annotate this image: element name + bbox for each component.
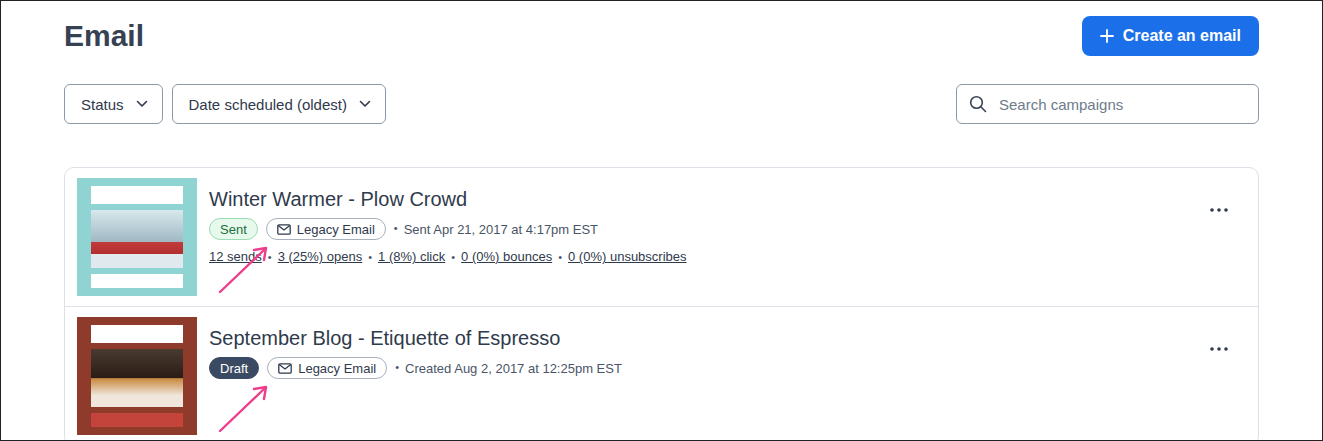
email-page: Email Create an email StatusDate scheduled…	[0, 0, 1323, 441]
stat-link[interactable]: 3 (25%) opens	[278, 248, 363, 266]
email-details: September Blog - Etiquette of Espresso Dr…	[209, 317, 1194, 379]
chevron-down-icon	[359, 100, 371, 108]
legacy-email-badge: Legacy Email	[267, 357, 387, 379]
email-title[interactable]: Winter Warmer - Plow Crowd	[209, 186, 1194, 212]
chevron-down-icon	[136, 100, 148, 108]
envelope-icon	[278, 363, 292, 374]
email-meta: •Sent Apr 21, 2017 at 4:17pm EST	[394, 222, 598, 237]
stat-link[interactable]: 12 sends	[209, 248, 262, 266]
stat-link[interactable]: 0 (0%) bounces	[461, 248, 552, 266]
email-row[interactable]: Winter Warmer - Plow Crowd Sent Legacy Ema…	[65, 168, 1258, 306]
email-thumbnail[interactable]	[77, 317, 197, 435]
stat-separator: •	[451, 248, 455, 266]
stat-separator: •	[268, 248, 272, 266]
filter-dropdown[interactable]: Date scheduled (oldest)	[172, 84, 386, 124]
create-email-button[interactable]: Create an email	[1082, 16, 1259, 56]
stats-row: 12 sends • 3 (25%) opens • 1 (8%) click • 0 (0…	[209, 248, 1194, 266]
envelope-icon	[277, 224, 291, 235]
plus-icon	[1100, 29, 1114, 43]
search-icon	[969, 95, 987, 113]
status-badge: Sent	[209, 218, 258, 240]
email-meta: •Created Aug 2, 2017 at 12:25pm EST	[395, 361, 622, 376]
search-input[interactable]	[997, 95, 1246, 114]
page-title: Email	[64, 19, 144, 53]
filter-dropdown[interactable]: Status	[64, 84, 163, 124]
ellipsis-icon	[1210, 208, 1228, 212]
search-field[interactable]	[956, 84, 1259, 124]
email-list: Winter Warmer - Plow Crowd Sent Legacy Ema…	[64, 167, 1259, 441]
badge-row: Sent Legacy Email •Sent Apr 21, 2017 at 4:…	[209, 218, 1194, 240]
badge-row: Draft Legacy Email •Created Aug 2, 2017 at…	[209, 357, 1194, 379]
stat-link[interactable]: 1 (8%) click	[378, 248, 445, 266]
email-details: Winter Warmer - Plow Crowd Sent Legacy Ema…	[209, 178, 1194, 266]
stat-separator: •	[368, 248, 372, 266]
annotation-arrow-icon	[210, 238, 280, 298]
status-badge: Draft	[209, 357, 259, 379]
more-actions-button[interactable]	[1206, 204, 1232, 216]
email-row[interactable]: September Blog - Etiquette of Espresso Dr…	[65, 306, 1258, 441]
ellipsis-icon	[1210, 347, 1228, 351]
toolbar: StatusDate scheduled (oldest)	[64, 84, 1259, 124]
legacy-email-badge: Legacy Email	[266, 218, 386, 240]
stat-link[interactable]: 0 (0%) unsubscribes	[568, 248, 687, 266]
page-header: Email Create an email	[64, 16, 1259, 56]
email-title[interactable]: September Blog - Etiquette of Espresso	[209, 325, 1194, 351]
annotation-arrow-icon	[210, 377, 280, 437]
stat-separator: •	[558, 248, 562, 266]
more-actions-button[interactable]	[1206, 343, 1232, 355]
email-thumbnail[interactable]	[77, 178, 197, 296]
